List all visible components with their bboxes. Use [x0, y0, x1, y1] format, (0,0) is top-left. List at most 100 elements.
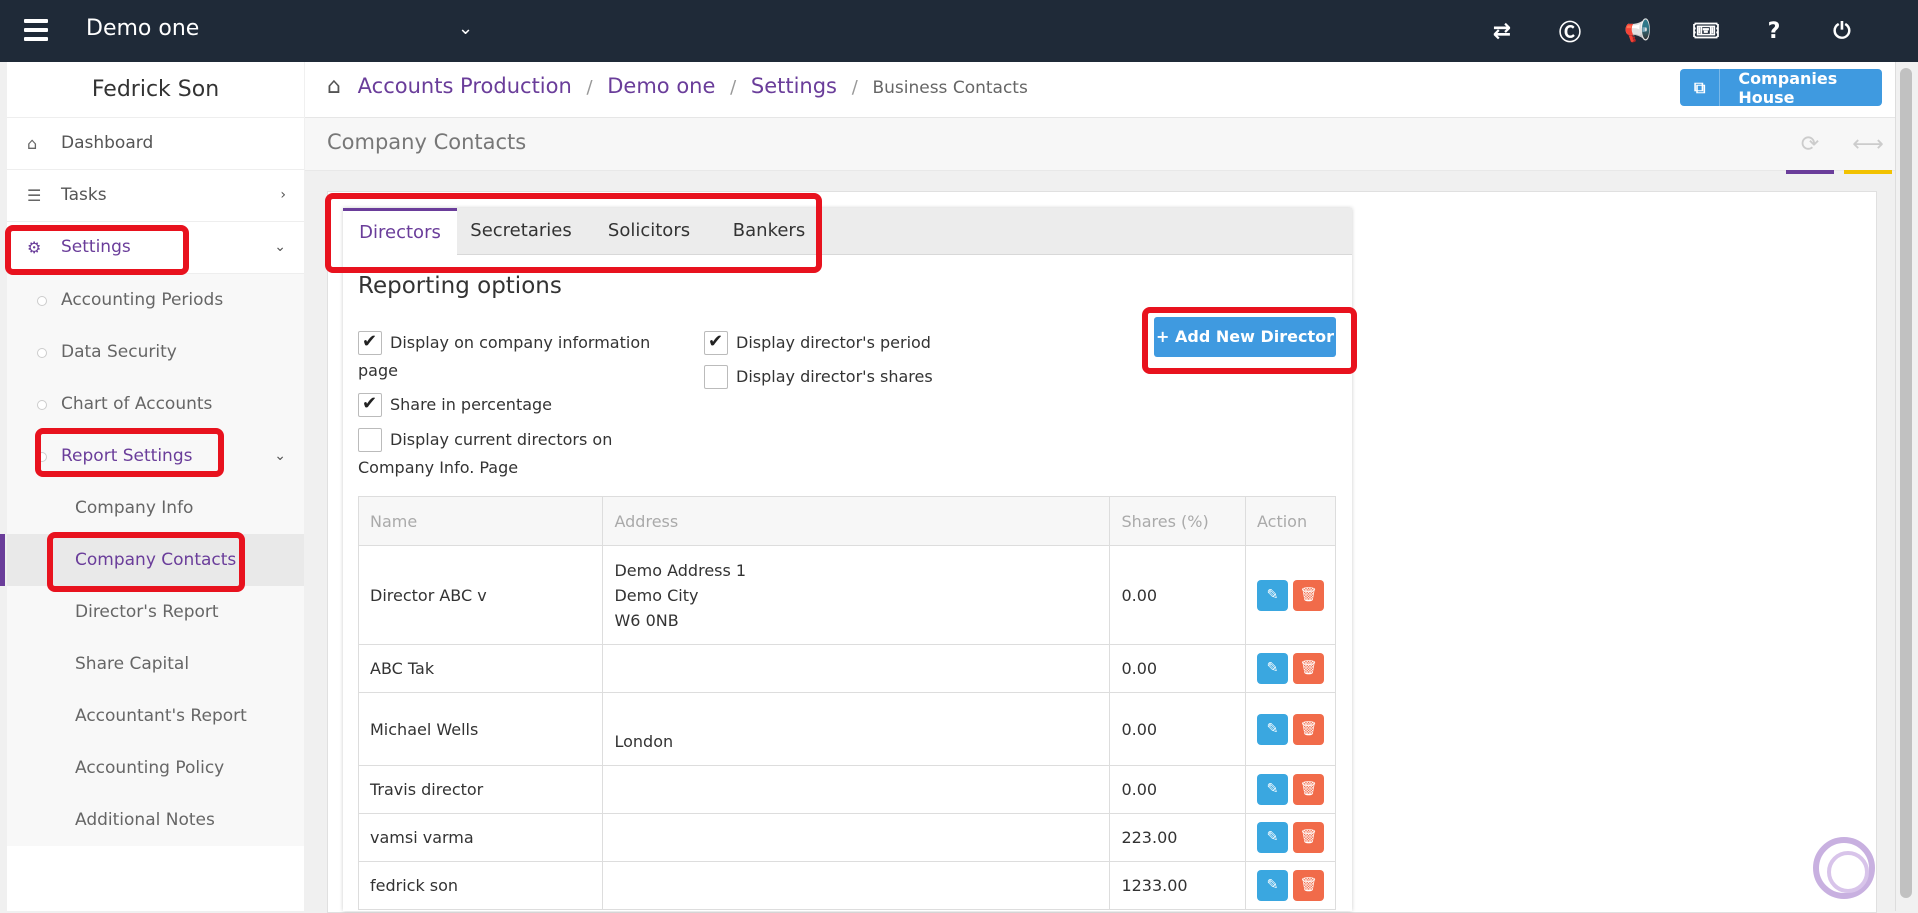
- row-actions: ✎ 🗑: [1245, 765, 1336, 814]
- sidebar-item-directors-report[interactable]: Director's Report: [7, 586, 304, 638]
- table-row: ABC Tak 0.00 ✎ 🗑: [357, 644, 1336, 693]
- director-address: Demo Address 1 Demo City W6 0NB: [602, 545, 1111, 645]
- sidebar-item-label: Dashboard: [61, 133, 154, 153]
- breadcrumb-link[interactable]: Settings: [751, 74, 837, 98]
- delete-icon[interactable]: 🗑: [1293, 653, 1324, 684]
- sidebar: Fedrick Son ⌂ Dashboard ☰ Tasks › ⚙ Sett…: [0, 62, 304, 911]
- chat-widget-logo-icon[interactable]: [1813, 837, 1875, 899]
- delete-icon[interactable]: 🗑: [1293, 713, 1324, 745]
- company-selector[interactable]: Demo one: [86, 16, 199, 41]
- power-icon[interactable]: ⏻: [1808, 14, 1876, 48]
- tree-dot: [37, 348, 47, 358]
- tree-dot: [37, 452, 47, 462]
- edit-icon[interactable]: ✎: [1257, 653, 1288, 684]
- option-label: Display on company information page: [358, 333, 651, 380]
- add-new-director-button[interactable]: + Add New Director: [1154, 317, 1336, 357]
- sidebar-item-label: Report Settings: [61, 446, 193, 466]
- table-row: fedrick son 1233.00 ✎ 🗑: [357, 861, 1336, 910]
- companies-house-button[interactable]: ⧉ Companies House: [1680, 69, 1882, 107]
- sidebar-item-settings[interactable]: ⚙ Settings ⌄: [7, 222, 304, 274]
- director-name: Michael Wells: [357, 692, 604, 766]
- column-header: Address: [602, 496, 1111, 546]
- breadcrumb-current: Business Contacts: [872, 78, 1028, 98]
- sidebar-item-tasks[interactable]: ☰ Tasks ›: [7, 170, 304, 222]
- megaphone-icon[interactable]: 📢: [1604, 14, 1672, 48]
- table-row: Travis director 0.00 ✎ 🗑: [357, 765, 1336, 814]
- director-name: fedrick son: [357, 861, 604, 910]
- breadcrumb: ⌂ Accounts Production / Demo one / Setti…: [327, 74, 1028, 99]
- breadcrumb-separator: /: [730, 77, 737, 98]
- page-title: Company Contacts: [327, 130, 527, 154]
- sidebar-item-accountants-report[interactable]: Accountant's Report: [7, 690, 304, 742]
- sidebar-item-additional-notes[interactable]: Additional Notes: [7, 794, 304, 846]
- page-scrollbar[interactable]: [1895, 62, 1918, 911]
- sidebar-item-accounting-periods[interactable]: Accounting Periods: [7, 274, 304, 326]
- display-directors-period-checkbox[interactable]: [704, 331, 728, 355]
- edit-icon[interactable]: ✎: [1257, 579, 1288, 611]
- add-new-director-label: Add New Director: [1175, 327, 1334, 346]
- edit-icon[interactable]: ✎: [1257, 870, 1288, 901]
- director-shares: 0.00: [1109, 692, 1246, 766]
- table-row: vamsi varma 223.00 ✎ 🗑: [357, 813, 1336, 862]
- sidebar-item-label: Accountant's Report: [75, 706, 247, 726]
- table-row: Director ABC v Demo Address 1 Demo City …: [357, 545, 1336, 645]
- reporting-options-title: Reporting options: [358, 273, 562, 299]
- sidebar-item-company-info[interactable]: Company Info: [7, 482, 304, 534]
- director-address: London: [602, 692, 1111, 766]
- sidebar-item-report-settings[interactable]: Report Settings ⌄: [7, 430, 304, 482]
- sidebar-item-label: Company Contacts: [75, 550, 237, 570]
- tab-secretaries[interactable]: Secretaries: [457, 208, 585, 254]
- sidebar-item-data-security[interactable]: Data Security: [7, 326, 304, 378]
- breadcrumb-link[interactable]: Demo one: [607, 74, 715, 98]
- chevron-down-icon: ⌄: [274, 448, 286, 464]
- gear-icon: ⚙: [27, 238, 42, 257]
- sidebar-item-dashboard[interactable]: ⌂ Dashboard: [7, 118, 304, 170]
- expand-icon[interactable]: ⟷: [1844, 132, 1892, 174]
- delete-icon[interactable]: 🗑: [1293, 822, 1324, 853]
- copyright-icon[interactable]: Ⓒ: [1536, 14, 1604, 48]
- breadcrumb-bar: ⌂ Accounts Production / Demo one / Setti…: [305, 62, 1896, 118]
- edit-icon[interactable]: ✎: [1257, 774, 1288, 805]
- share-in-percentage-checkbox[interactable]: [358, 393, 382, 417]
- sidebar-item-label: Settings: [61, 237, 131, 257]
- sidebar-item-label: Director's Report: [75, 602, 219, 622]
- plus-icon: +: [1156, 327, 1170, 346]
- delete-icon[interactable]: 🗑: [1293, 774, 1324, 805]
- director-name: Director ABC v: [357, 545, 604, 645]
- scrollbar-thumb[interactable]: [1900, 68, 1912, 898]
- refresh-icon[interactable]: ⟳: [1786, 132, 1834, 174]
- sidebar-item-share-capital[interactable]: Share Capital: [7, 638, 304, 690]
- tab-solicitors[interactable]: Solicitors: [585, 208, 713, 254]
- ticket-icon[interactable]: 🎟: [1672, 14, 1740, 48]
- row-actions: ✎ 🗑: [1245, 644, 1336, 693]
- tree-dot: [37, 400, 47, 410]
- chevron-down-icon: ⌄: [274, 239, 286, 255]
- edit-icon[interactable]: ✎: [1257, 822, 1288, 853]
- chevron-right-icon: ›: [280, 187, 286, 203]
- delete-icon[interactable]: 🗑: [1293, 579, 1324, 611]
- breadcrumb-link[interactable]: Accounts Production: [358, 74, 572, 98]
- director-address: [602, 861, 1111, 910]
- home-icon[interactable]: ⌂: [327, 74, 341, 99]
- chevron-down-icon[interactable]: ⌄: [458, 18, 473, 39]
- display-directors-shares-checkbox[interactable]: [704, 365, 728, 389]
- option-label: Display director's period: [736, 333, 931, 352]
- page-header: Company Contacts ⟳ ⟷: [305, 118, 1896, 174]
- help-icon[interactable]: ?: [1740, 14, 1808, 48]
- table-header-row: Name Address Shares (%) Action: [357, 496, 1336, 546]
- sidebar-item-accounting-policy[interactable]: Accounting Policy: [7, 742, 304, 794]
- director-shares: 223.00: [1109, 813, 1246, 862]
- transfer-icon[interactable]: ⇄: [1468, 14, 1536, 48]
- sidebar-item-company-contacts[interactable]: Company Contacts: [0, 534, 304, 586]
- tab-directors[interactable]: Directors: [343, 208, 457, 258]
- sidebar-item-chart-of-accounts[interactable]: Chart of Accounts: [7, 378, 304, 430]
- sidebar-item-label: Share Capital: [75, 654, 190, 674]
- delete-icon[interactable]: 🗑: [1293, 870, 1324, 901]
- address-line: W6 0NB: [614, 610, 679, 630]
- option-label: Display director's shares: [736, 367, 933, 386]
- row-actions: ✎ 🗑: [1245, 545, 1336, 645]
- edit-icon[interactable]: ✎: [1257, 713, 1288, 745]
- option-label: Share in percentage: [390, 395, 553, 414]
- hamburger-menu-icon[interactable]: [24, 19, 48, 41]
- tab-bankers[interactable]: Bankers: [713, 208, 825, 254]
